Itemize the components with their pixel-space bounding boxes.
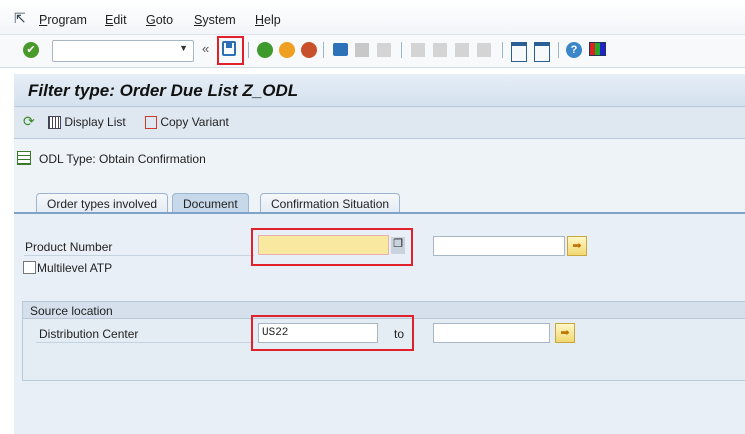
cancel-icon[interactable] <box>301 42 317 58</box>
menu-bar: ⇱ Program Edit Goto System Help <box>0 0 745 34</box>
multilevel-atp-checkbox[interactable] <box>23 261 36 274</box>
menu-program[interactable]: Program <box>39 13 87 27</box>
find-next-icon <box>377 43 391 57</box>
display-list-button[interactable]: Display List <box>48 115 126 130</box>
title-bar: Filter type: Order Due List Z_ODL <box>14 74 745 107</box>
shortcut-icon[interactable] <box>534 42 550 62</box>
odl-type-label: ODL Type: Obtain Confirmation <box>39 152 206 166</box>
command-field[interactable]: ▼ <box>52 40 194 62</box>
application-toolbar: ⟳ Display List Copy Variant <box>14 107 745 139</box>
tab-order-types-involved[interactable]: Order types involved <box>36 193 169 212</box>
previous-page-icon <box>433 43 447 57</box>
to-label: to <box>394 327 405 341</box>
dc-multiple-selection-button[interactable]: ➡ <box>555 323 575 343</box>
layout-icon[interactable] <box>589 42 606 56</box>
next-page-icon <box>455 43 469 57</box>
page-title: Filter type: Order Due List Z_ODL <box>28 81 299 100</box>
menu-help[interactable]: Help <box>255 13 281 27</box>
save-icon[interactable] <box>222 41 236 56</box>
tab-confirmation-situation[interactable]: Confirmation Situation <box>260 193 401 212</box>
distribution-center-to-input[interactable] <box>433 323 550 343</box>
execute-icon[interactable]: ⟳ <box>23 113 35 130</box>
product-multiple-selection-button[interactable]: ➡ <box>567 236 587 256</box>
copy-variant-button[interactable]: Copy Variant <box>145 115 229 130</box>
distribution-center-from-input[interactable]: US22 <box>258 323 378 343</box>
tab-document[interactable]: Document <box>172 193 249 212</box>
first-page-icon <box>411 43 425 57</box>
collapse-icon[interactable]: « <box>202 41 209 56</box>
odl-type-icon <box>17 151 31 165</box>
menu-edit[interactable]: Edit <box>105 13 127 27</box>
find-icon <box>355 43 369 57</box>
menu-goto[interactable]: Goto <box>146 13 173 27</box>
help-icon[interactable]: ? <box>566 42 582 58</box>
chevron-down-icon[interactable]: ▼ <box>179 43 188 53</box>
copy-icon <box>145 116 157 130</box>
exit-icon[interactable] <box>279 42 295 58</box>
enter-check-icon[interactable]: ✔ <box>23 42 39 58</box>
distribution-center-label: Distribution Center <box>39 327 139 341</box>
menu-system[interactable]: System <box>194 13 236 27</box>
back-icon[interactable] <box>257 42 273 58</box>
multiple-selection-icon[interactable]: ❐ <box>391 237 405 254</box>
new-session-icon[interactable] <box>511 42 527 62</box>
product-number-label: Product Number <box>25 240 113 254</box>
product-number-to-input[interactable] <box>433 236 565 256</box>
menu-icon[interactable]: ⇱ <box>14 10 26 27</box>
last-page-icon <box>477 43 491 57</box>
multilevel-atp-label: Multilevel ATP <box>37 261 113 275</box>
list-icon <box>48 116 61 130</box>
print-icon[interactable] <box>333 43 348 56</box>
group-title: Source location <box>30 304 113 318</box>
product-number-from-input[interactable] <box>258 235 389 255</box>
